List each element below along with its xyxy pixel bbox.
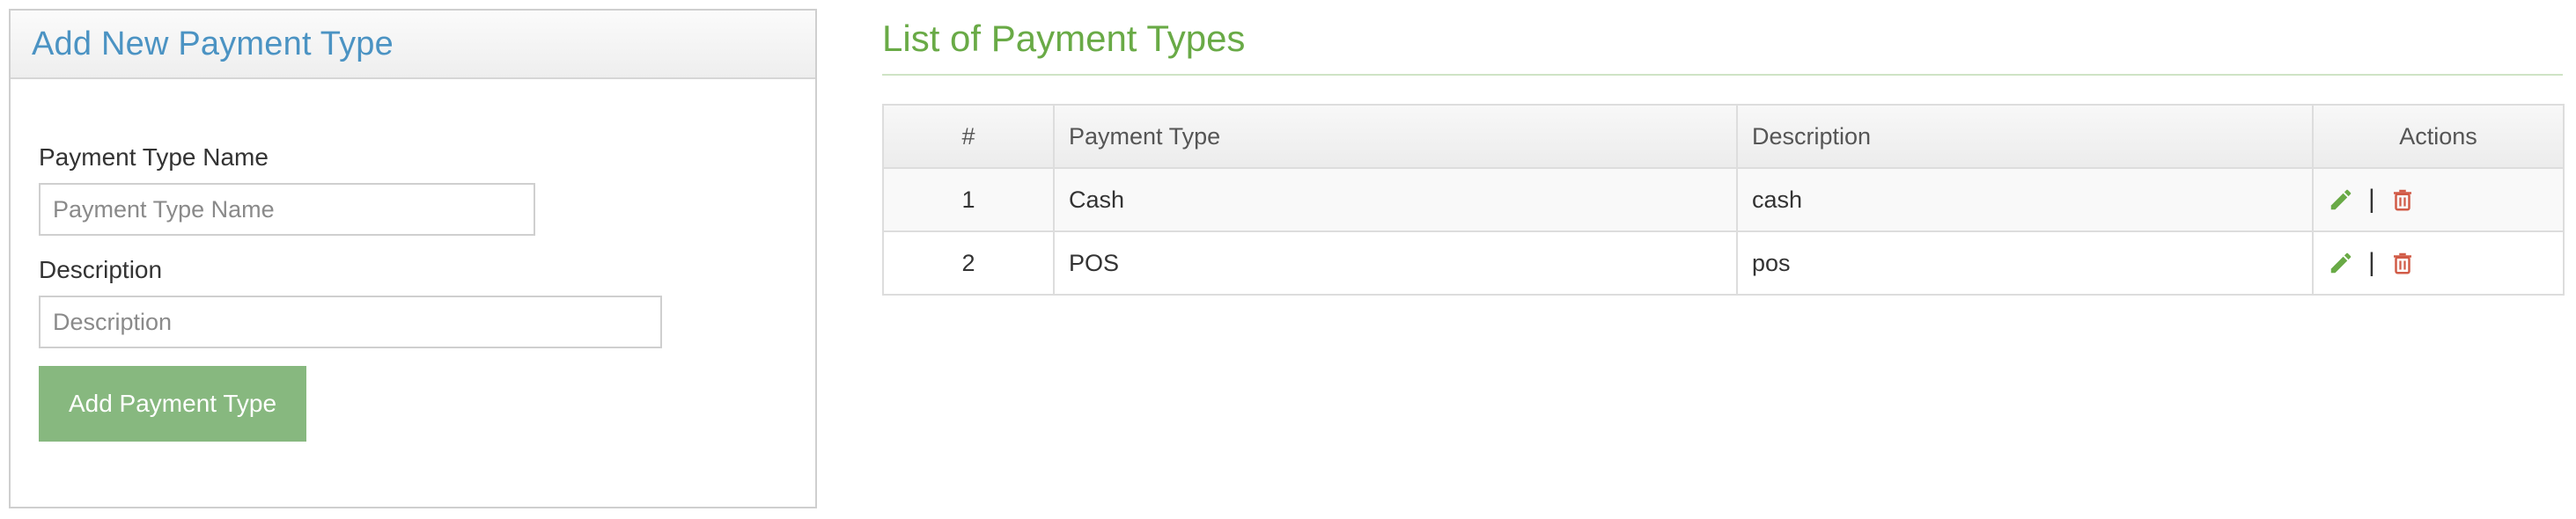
list-title-divider [882,74,2563,76]
table-row: 2 POS pos | [882,230,2565,296]
row-payment-type: POS [1053,230,1738,296]
panel-title: Add New Payment Type [32,25,394,62]
list-title: List of Payment Types [882,18,1246,59]
panel-header: Add New Payment Type [11,11,815,79]
add-payment-type-form: Payment Type Name Description Add Paymen… [39,143,778,442]
column-header-payment-type: Payment Type [1053,104,1738,169]
row-actions: | [2312,167,2565,232]
table-row: 1 Cash cash | [882,167,2565,232]
trash-icon[interactable] [2389,186,2416,213]
payment-types-table: # Payment Type Description Actions 1 Cas… [882,104,2565,296]
payment-type-name-label: Payment Type Name [39,143,269,171]
pencil-icon[interactable] [2328,186,2354,213]
pencil-icon[interactable] [2328,250,2354,276]
row-description: pos [1736,230,2314,296]
action-separator: | [2368,248,2375,277]
column-header-actions: Actions [2312,104,2565,169]
description-input[interactable] [39,296,662,348]
description-label: Description [39,256,163,283]
row-number: 1 [882,167,1055,232]
row-number: 2 [882,230,1055,296]
add-payment-type-panel: Add New Payment Type Payment Type Name D… [9,9,817,508]
row-actions: | [2312,230,2565,296]
column-header-number: # [882,104,1055,169]
row-payment-type: Cash [1053,167,1738,232]
row-description: cash [1736,167,2314,232]
payment-types-page: Add New Payment Type Payment Type Name D… [0,0,2576,519]
payment-type-name-input[interactable] [39,183,535,236]
row-actions-group: | [2328,186,2549,213]
action-separator: | [2368,185,2375,214]
table-header-row: # Payment Type Description Actions [882,104,2565,169]
trash-icon[interactable] [2389,250,2416,276]
row-actions-group: | [2328,250,2549,276]
column-header-description: Description [1736,104,2314,169]
add-payment-type-button[interactable]: Add Payment Type [39,366,306,442]
